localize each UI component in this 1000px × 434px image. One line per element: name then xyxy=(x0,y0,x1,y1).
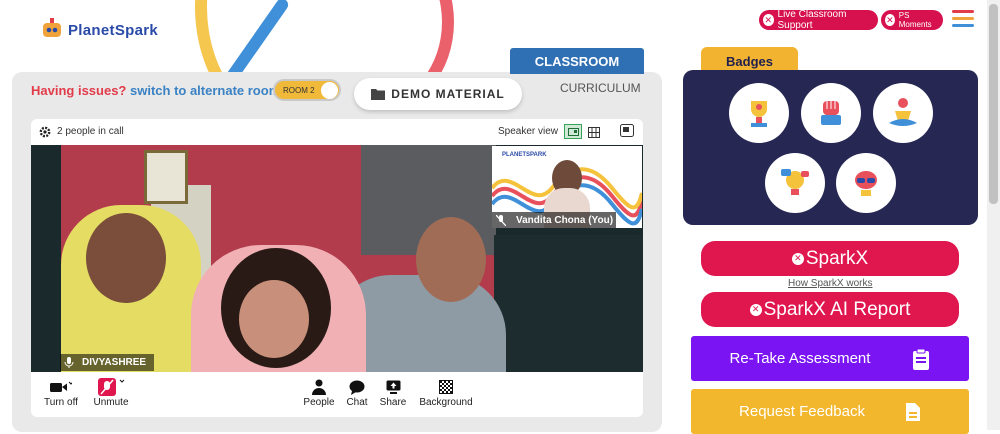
sparkx-report-label: SparkX AI Report xyxy=(763,298,911,320)
settings-gear-icon[interactable] xyxy=(39,125,51,143)
trophy-badge-icon[interactable] xyxy=(729,83,789,143)
close-circle-icon: ✕ xyxy=(763,14,774,26)
ps-moments-button[interactable]: ✕ PS Moments xyxy=(881,10,943,30)
feedback-label: Request Feedback xyxy=(739,403,865,420)
share-screen-icon xyxy=(386,377,401,397)
demo-material-button[interactable]: DEMO MATERIAL xyxy=(354,78,522,110)
idea-badge-icon[interactable] xyxy=(765,153,825,213)
sparkx-label: SparkX xyxy=(805,247,869,269)
video-background xyxy=(494,235,643,372)
tab-classroom[interactable]: CLASSROOM xyxy=(510,48,644,74)
issues-banner: Having issues? switch to alternate room xyxy=(31,83,280,98)
popout-icon[interactable] xyxy=(620,124,634,142)
retake-assessment-button[interactable]: Re-Take Assessment xyxy=(691,336,969,381)
live-support-label: Live Classroom Support xyxy=(777,9,847,31)
chat-icon xyxy=(349,377,365,397)
view-mode-label: Speaker view xyxy=(498,126,559,137)
demo-material-label: DEMO MATERIAL xyxy=(391,87,505,101)
unmute-button[interactable]: Unmute xyxy=(92,377,130,408)
scrollbar-thumb[interactable] xyxy=(989,4,998,204)
request-feedback-button[interactable]: Request Feedback xyxy=(691,389,969,434)
document-icon xyxy=(905,402,920,421)
participant-figure xyxy=(86,213,166,303)
live-support-button[interactable]: ✕ Live Classroom Support xyxy=(759,9,878,31)
chat-label: Chat xyxy=(346,397,368,408)
self-name-tag: Vandita Chona (You) xyxy=(492,212,616,228)
grid-view-icon[interactable] xyxy=(588,125,600,143)
how-sparkx-link[interactable]: How SparkX works xyxy=(788,278,872,289)
people-icon xyxy=(312,377,326,397)
sparkx-report-button[interactable]: ✕ SparkX AI Report xyxy=(701,292,959,327)
participant-figure xyxy=(239,280,309,358)
meditation-badge-icon[interactable] xyxy=(873,83,933,143)
background-button[interactable]: Background xyxy=(418,377,474,408)
room-toggle[interactable]: ROOM 2 xyxy=(273,79,341,101)
unmute-label: Unmute xyxy=(93,397,129,408)
background-icon xyxy=(439,377,453,397)
pip-logo: PLANETSPARK xyxy=(502,152,547,158)
retake-label: Re-Take Assessment xyxy=(729,350,871,367)
chat-button[interactable]: Chat xyxy=(340,377,374,408)
background-label: Background xyxy=(419,397,473,408)
menu-icon[interactable] xyxy=(952,6,974,31)
room-label: ROOM 2 xyxy=(283,85,315,95)
alternate-room-link[interactable]: switch to alternate room xyxy=(130,83,280,98)
close-circle-icon: ✕ xyxy=(791,252,804,265)
video-background xyxy=(144,150,188,204)
mic-muted-icon xyxy=(496,214,506,226)
clipboard-icon xyxy=(913,348,930,370)
issues-text: Having issues? xyxy=(31,83,127,98)
camera-label: Turn off xyxy=(44,397,78,408)
participant-name-tag: DIVYASHREE xyxy=(60,354,155,371)
logo-icon xyxy=(40,18,64,40)
participant-figure xyxy=(416,217,486,302)
people-count: 2 people in call xyxy=(57,126,124,137)
share-label: Share xyxy=(379,397,407,408)
brain-badge-icon[interactable] xyxy=(836,153,896,213)
close-circle-icon: ✕ xyxy=(885,14,895,26)
mic-muted-icon xyxy=(96,377,126,397)
participant-name: DIVYASHREE xyxy=(82,357,147,368)
logo-text[interactable]: PlanetSpark xyxy=(68,22,158,39)
camera-toggle-button[interactable]: Turn off xyxy=(42,377,80,408)
folder-icon xyxy=(371,89,386,100)
share-button[interactable]: Share xyxy=(376,377,410,408)
fist-badge-icon[interactable] xyxy=(801,83,861,143)
tab-curriculum[interactable]: CURRICULUM xyxy=(560,81,641,95)
toggle-knob xyxy=(321,82,338,99)
sparkx-button[interactable]: ✕ SparkX xyxy=(701,241,959,276)
self-name: Vandita Chona (You) xyxy=(516,214,614,226)
close-circle-icon: ✕ xyxy=(749,303,762,316)
ps-moments-label: PS Moments xyxy=(898,11,932,29)
people-button[interactable]: People xyxy=(300,377,338,408)
speaker-view-icon[interactable] xyxy=(564,124,582,139)
camera-icon xyxy=(50,377,72,397)
mic-icon xyxy=(64,357,74,368)
people-label: People xyxy=(303,397,335,408)
